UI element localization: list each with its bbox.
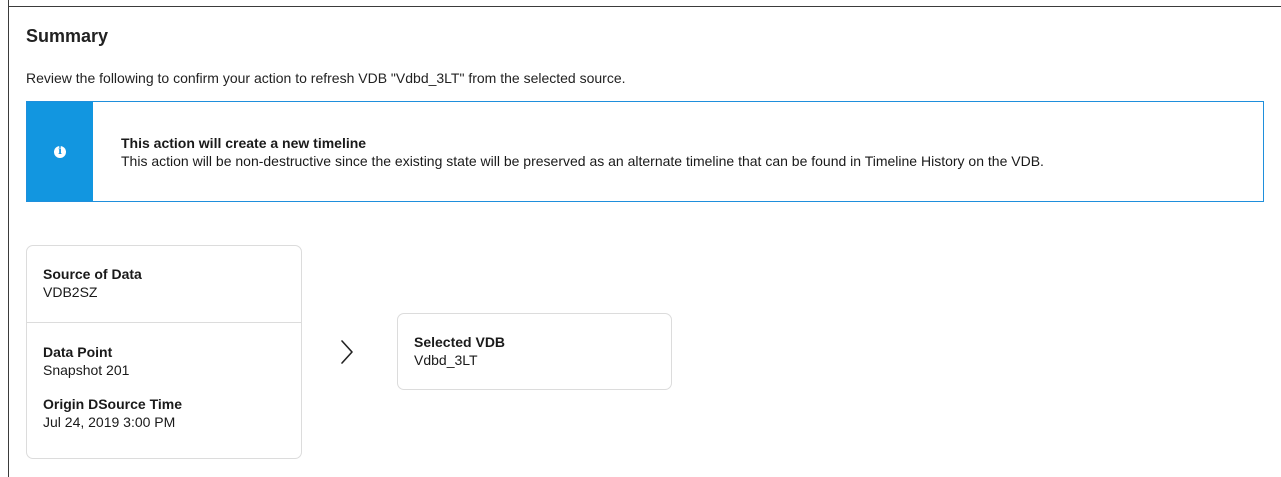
origin-time-value: Jul 24, 2019 3:00 PM — [43, 414, 176, 430]
chevron-right-icon — [341, 340, 353, 364]
frame-border-left — [8, 0, 9, 477]
info-icon: i — [54, 145, 66, 158]
selected-vdb-value: Vdbd_3LT — [414, 352, 478, 368]
info-banner-band: i — [27, 102, 93, 201]
info-banner: i This action will create a new timeline… — [26, 101, 1264, 202]
source-of-data-section: Source of Data VDB2SZ — [27, 246, 301, 323]
intro-text: Review the following to confirm your act… — [26, 70, 626, 86]
selected-vdb-card: Selected VDB Vdbd_3LT — [397, 313, 672, 390]
info-banner-content: This action will create a new timeline T… — [93, 102, 1044, 201]
source-card: Source of Data VDB2SZ Data Point Snapsho… — [26, 245, 302, 459]
frame-border-top — [8, 6, 1281, 7]
source-of-data-value: VDB2SZ — [43, 284, 98, 300]
origin-time-label: Origin DSource Time — [43, 396, 182, 412]
source-of-data-label: Source of Data — [43, 266, 142, 282]
data-point-label: Data Point — [43, 344, 113, 360]
data-point-value: Snapshot 201 — [43, 362, 130, 378]
banner-text: This action will be non-destructive sinc… — [121, 153, 1044, 169]
page-title: Summary — [26, 26, 109, 46]
banner-title: This action will create a new timeline — [121, 135, 367, 151]
selected-vdb-label: Selected VDB — [414, 334, 506, 350]
data-point-section: Data Point Snapshot 201 Origin DSource T… — [27, 323, 301, 431]
